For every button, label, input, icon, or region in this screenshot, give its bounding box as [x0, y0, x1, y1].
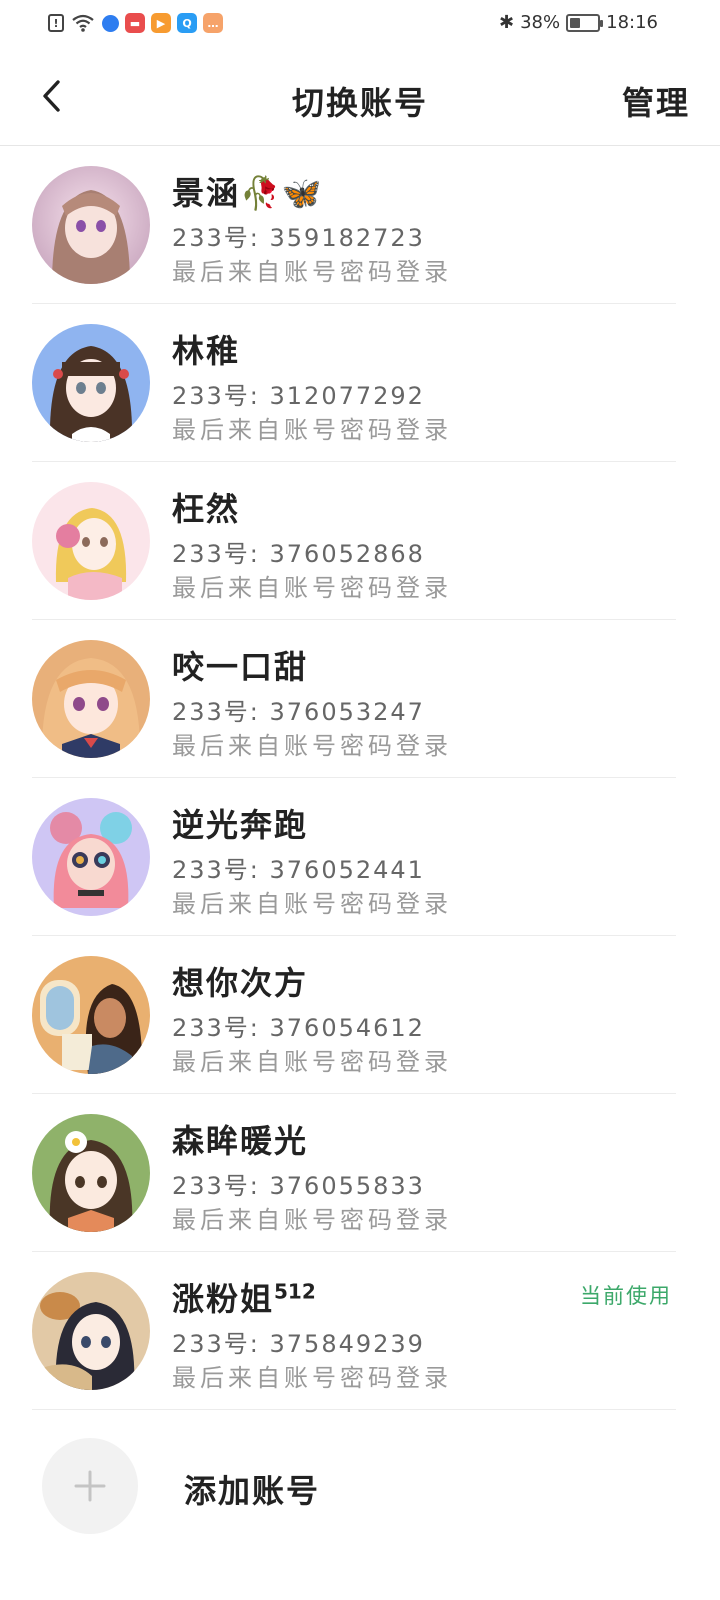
login-source: 最后来自账号密码登录 [172, 1364, 452, 1392]
login-source: 最后来自账号密码登录 [172, 890, 452, 918]
wifi-icon [70, 13, 96, 33]
add-account-label: 添加账号 [184, 1472, 321, 1510]
account-name: 想你次方 [172, 964, 309, 1002]
account-id: 233号: 376052868 [172, 540, 425, 568]
avatar [32, 166, 150, 284]
plus-icon [74, 1470, 106, 1502]
alert-icon: ! [48, 14, 64, 32]
battery-fill [570, 17, 581, 28]
account-list: 景涵🥀🦋 233号: 359182723 最后来自账号密码登录 林稚 233号:… [0, 146, 720, 1410]
manage-button[interactable]: 管理 [622, 78, 690, 124]
account-id: 233号: 376052441 [172, 856, 425, 884]
battery-percent: 38% [520, 12, 561, 33]
account-item[interactable]: 涨粉姐512 当前使用 233号: 375849239 最后来自账号密码登录 [0, 1252, 720, 1410]
add-account-button[interactable] [42, 1438, 138, 1534]
search-app-icon: Q [177, 13, 197, 33]
account-id: 233号: 376053247 [172, 698, 425, 726]
chat-app-icon: … [203, 13, 223, 33]
account-name-suffix: 512 [274, 1279, 316, 1304]
add-account-row[interactable]: 添加账号 [0, 1424, 720, 1548]
account-id: 233号: 376054612 [172, 1014, 425, 1042]
status-bar: ! ▬ ▶ Q … ✱ 38% 18:16 [0, 0, 720, 48]
avatar [32, 1114, 150, 1232]
account-name: 林稚 [172, 332, 241, 370]
play-app-icon: ▶ [151, 13, 171, 33]
avatar [32, 482, 150, 600]
status-left-icons: ! ▬ ▶ Q … [48, 13, 223, 33]
login-source: 最后来自账号密码登录 [172, 574, 452, 602]
clock: 18:16 [606, 12, 658, 33]
avatar [32, 324, 150, 442]
battery-icon [566, 13, 604, 32]
avatar [32, 640, 150, 758]
account-item[interactable]: 景涵🥀🦋 233号: 359182723 最后来自账号密码登录 [0, 146, 720, 304]
account-item[interactable]: 想你次方 233号: 376054612 最后来自账号密码登录 [0, 936, 720, 1094]
account-id: 233号: 375849239 [172, 1330, 425, 1358]
red-app-icon: ▬ [125, 13, 145, 33]
avatar [32, 956, 150, 1074]
account-name: 涨粉姐512 [172, 1274, 316, 1320]
account-id: 233号: 359182723 [172, 224, 425, 252]
divider [32, 1409, 676, 1410]
account-name-text: 涨粉姐 [172, 1280, 275, 1318]
login-source: 最后来自账号密码登录 [172, 416, 452, 444]
bluetooth-icon: ✱ [499, 12, 515, 33]
header-bar: 切换账号 管理 [0, 48, 720, 146]
account-id: 233号: 312077292 [172, 382, 425, 410]
status-right: ✱ 38% 18:16 [499, 12, 658, 33]
login-source: 最后来自账号密码登录 [172, 1048, 452, 1076]
account-name: 森眸暖光 [172, 1122, 309, 1160]
page-title: 切换账号 [291, 84, 428, 122]
account-name: 咬一口甜 [172, 648, 309, 686]
account-name: 枉然 [172, 490, 241, 528]
account-item[interactable]: 咬一口甜 233号: 376053247 最后来自账号密码登录 [0, 620, 720, 778]
login-source: 最后来自账号密码登录 [172, 258, 452, 286]
login-source: 最后来自账号密码登录 [172, 1206, 452, 1234]
globe-icon [102, 14, 119, 32]
current-account-badge: 当前使用 [580, 1284, 672, 1308]
avatar [32, 798, 150, 916]
avatar [32, 1272, 150, 1390]
account-item[interactable]: 林稚 233号: 312077292 最后来自账号密码登录 [0, 304, 720, 462]
account-name: 景涵🥀🦋 [172, 174, 324, 212]
account-id: 233号: 376055833 [172, 1172, 425, 1200]
account-item[interactable]: 枉然 233号: 376052868 最后来自账号密码登录 [0, 462, 720, 620]
account-item[interactable]: 逆光奔跑 233号: 376052441 最后来自账号密码登录 [0, 778, 720, 936]
login-source: 最后来自账号密码登录 [172, 732, 452, 760]
account-item[interactable]: 森眸暖光 233号: 376055833 最后来自账号密码登录 [0, 1094, 720, 1252]
account-name: 逆光奔跑 [172, 806, 309, 844]
